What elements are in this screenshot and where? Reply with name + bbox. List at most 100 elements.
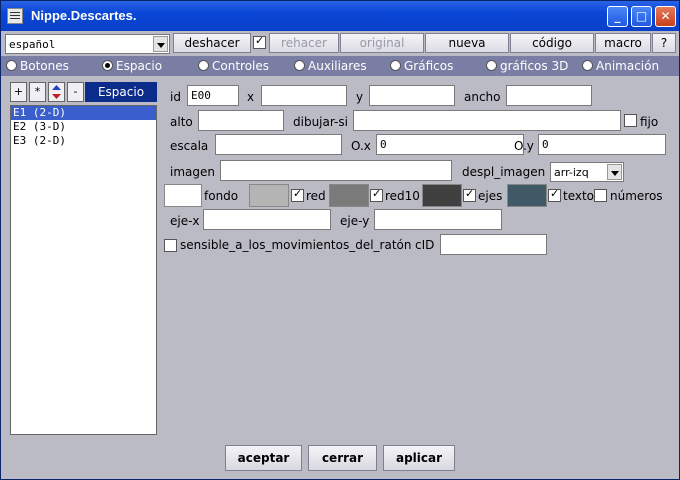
radio-dot-icon	[486, 60, 497, 71]
text-label: texto	[563, 189, 595, 203]
axes-label: ejes	[478, 189, 503, 203]
cid-field[interactable]	[440, 234, 547, 255]
fixed-checkbox[interactable]	[624, 114, 637, 127]
remove-space-button[interactable]: -	[67, 82, 84, 102]
background-label: fondo	[204, 189, 239, 203]
x-axis-label: eje-x	[170, 214, 200, 228]
grid-checkbox[interactable]	[291, 187, 304, 202]
y-axis-label: eje-y	[340, 214, 370, 228]
radio-label: Animación	[596, 59, 660, 73]
move-up-down-button[interactable]	[48, 82, 65, 102]
radio-auxiliares[interactable]: Auxiliares	[294, 59, 367, 73]
radio-label: Auxiliares	[308, 59, 367, 73]
list-item[interactable]: E3 (2-D)	[11, 134, 156, 148]
radio-dot-icon	[102, 60, 113, 71]
radio-label: Gráficos	[404, 59, 454, 73]
radio-dot-icon	[6, 60, 17, 71]
chevron-down-icon[interactable]	[153, 36, 168, 52]
image-label: imagen	[170, 165, 215, 179]
radio-controles[interactable]: Controles	[198, 59, 269, 73]
undo-checkbox[interactable]	[253, 34, 266, 49]
close-button[interactable]: cerrar	[308, 445, 377, 471]
x-field[interactable]	[261, 85, 347, 106]
descartes-window: Nippe.Descartes. _ □ ✕ español deshacer …	[0, 0, 680, 480]
grid-label: red	[306, 189, 326, 203]
close-icon[interactable]: ✕	[655, 6, 676, 27]
window-title: Nippe.Descartes.	[31, 8, 137, 23]
grid-color-swatch[interactable]	[249, 184, 289, 207]
cid-label: cID	[415, 238, 435, 252]
y-field[interactable]	[369, 85, 455, 106]
oy-field[interactable]: 0	[538, 134, 666, 155]
image-offset-value: arr-izq	[554, 166, 589, 179]
list-item[interactable]: E1 (2-D)	[11, 106, 156, 120]
language-value: español	[9, 38, 56, 51]
width-field[interactable]	[506, 85, 592, 106]
mouse-sensitive-label: sensible_a_los_movimientos_del_ratón	[180, 238, 412, 252]
draw-if-field[interactable]	[353, 110, 621, 131]
add-space-button[interactable]: +	[10, 82, 27, 102]
panel-header: Espacio	[85, 82, 157, 102]
background-color-swatch[interactable]	[164, 184, 202, 207]
scale-label: escala	[170, 139, 209, 153]
radio-botones[interactable]: Botones	[6, 59, 69, 73]
list-item[interactable]: E2 (3-D)	[11, 120, 156, 134]
grid10-checkbox[interactable]	[370, 187, 383, 202]
radio-dot-icon	[294, 60, 305, 71]
radio-animacion[interactable]: Animación	[582, 59, 659, 73]
macro-button[interactable]: macro	[595, 33, 651, 53]
dialog-button-bar: aceptar cerrar aplicar	[1, 441, 679, 479]
radio-graficos-3d[interactable]: gráficos 3D	[486, 59, 568, 73]
numbers-label: números	[610, 189, 663, 203]
radio-espacio[interactable]: Espacio	[102, 59, 162, 73]
image-field[interactable]	[220, 160, 452, 181]
help-button[interactable]: ?	[652, 33, 676, 53]
text-color-swatch[interactable]	[507, 184, 547, 207]
id-field[interactable]: E00	[187, 85, 239, 106]
code-button[interactable]: código	[510, 33, 594, 53]
space-list-panel: + * - Espacio E1 (2-D) E2 (3-D) E3 (2-D)	[5, 77, 161, 439]
title-bar[interactable]: Nippe.Descartes. _ □ ✕	[1, 1, 679, 31]
duplicate-space-button[interactable]: *	[29, 82, 46, 102]
grid10-color-swatch[interactable]	[329, 184, 369, 207]
image-offset-label: despl_imagen	[462, 165, 546, 179]
numbers-checkbox[interactable]	[594, 189, 607, 202]
axes-checkbox[interactable]	[463, 187, 476, 202]
y-axis-field[interactable]	[374, 209, 502, 230]
app-icon	[7, 8, 23, 24]
draw-if-label: dibujar-si	[293, 115, 348, 129]
up-down-arrows-icon	[52, 85, 61, 99]
ox-label: O.x	[351, 139, 371, 153]
apply-button[interactable]: aplicar	[383, 445, 455, 471]
radio-graficos[interactable]: Gráficos	[390, 59, 453, 73]
undo-button[interactable]: deshacer	[173, 33, 251, 53]
toolbar: español deshacer rehacer original nueva …	[5, 33, 677, 55]
axes-color-swatch[interactable]	[422, 184, 462, 207]
oy-label: O.y	[514, 139, 534, 153]
section-radio-group: Botones Espacio Controles Auxiliares Grá…	[1, 56, 679, 76]
height-label: alto	[170, 115, 193, 129]
maximize-icon[interactable]: □	[631, 6, 652, 27]
chevron-down-icon[interactable]	[607, 164, 622, 180]
mouse-sensitive-checkbox[interactable]	[164, 239, 177, 252]
ox-field[interactable]: 0	[376, 134, 524, 155]
language-select[interactable]: español	[5, 34, 170, 54]
height-field[interactable]	[198, 110, 284, 131]
fixed-label: fijo	[640, 115, 659, 129]
space-list[interactable]: E1 (2-D) E2 (3-D) E3 (2-D)	[10, 105, 157, 435]
x-label: x	[247, 90, 255, 104]
grid10-label: red10	[385, 189, 420, 203]
text-checkbox[interactable]	[548, 187, 561, 202]
radio-dot-icon	[390, 60, 401, 71]
redo-button[interactable]: rehacer	[269, 33, 339, 53]
x-axis-field[interactable]	[203, 209, 331, 230]
image-offset-select[interactable]: arr-izq	[550, 162, 624, 182]
accept-button[interactable]: aceptar	[225, 445, 302, 471]
radio-dot-icon	[198, 60, 209, 71]
radio-dot-icon	[582, 60, 593, 71]
new-button[interactable]: nueva	[425, 33, 509, 53]
minimize-icon[interactable]: _	[607, 6, 628, 27]
id-label: id	[170, 90, 181, 104]
original-button[interactable]: original	[340, 33, 424, 53]
scale-field[interactable]	[215, 134, 342, 155]
